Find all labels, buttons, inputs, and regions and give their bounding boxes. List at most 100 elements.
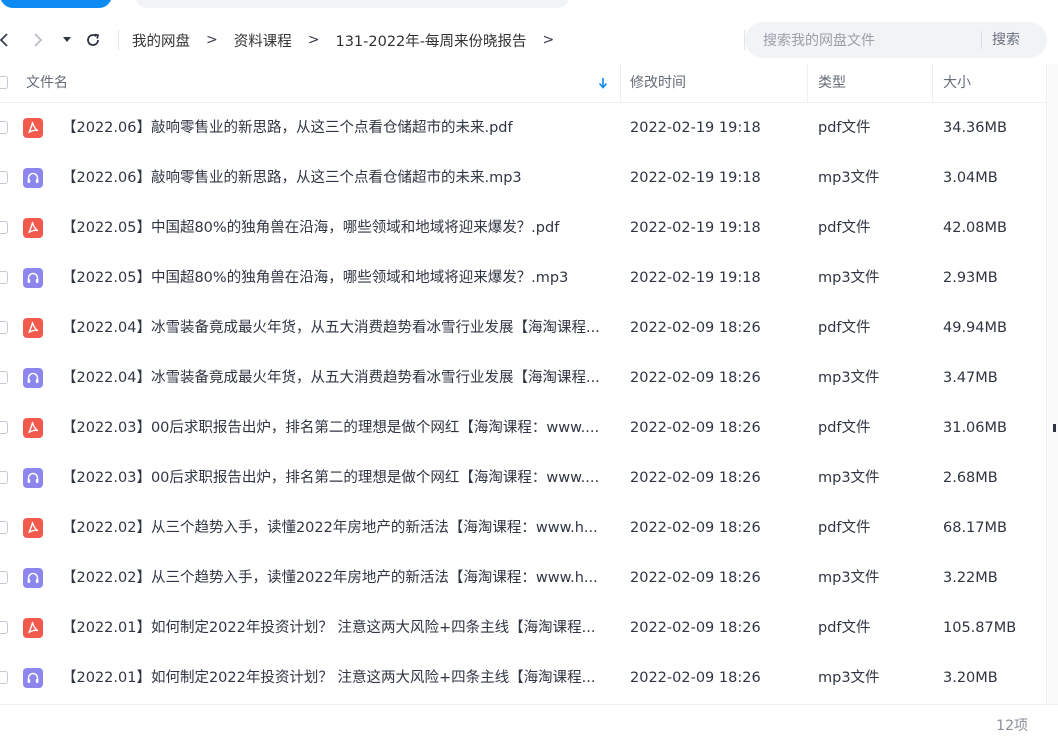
column-header-name[interactable]: 文件名 [26, 64, 68, 102]
file-name[interactable]: 【2022.05】中国超80%的独角兽在沿海，哪些领域和地域将迎来爆发？.pdf [62, 203, 607, 253]
pdf-file-icon [23, 218, 43, 238]
file-size: 31.06MB [943, 420, 1007, 436]
row-checkbox[interactable] [0, 221, 8, 234]
table-row[interactable]: 【2022.01】如何制定2022年投资计划？ 注意这两大风险+四条主线【海淘课… [0, 653, 1046, 703]
search-input[interactable] [761, 22, 975, 60]
row-checkbox[interactable] [0, 521, 8, 534]
breadcrumb-item-courses[interactable]: 资料课程 [234, 30, 292, 51]
breadcrumb-separator: > [307, 32, 320, 48]
row-checkbox[interactable] [0, 671, 8, 684]
file-name[interactable]: 【2022.05】中国超80%的独角兽在沿海，哪些领域和地域将迎来爆发？.mp3 [62, 253, 607, 303]
file-modified: 2022-02-09 18:26 [630, 470, 761, 486]
table-row[interactable]: 【2022.03】00后求职报告出炉，排名第二的理想是做个网红【海淘课程：www… [0, 453, 1046, 503]
table-row[interactable]: 【2022.05】中国超80%的独角兽在沿海，哪些领域和地域将迎来爆发？.pdf… [0, 203, 1046, 253]
file-size: 3.22MB [943, 570, 998, 586]
file-name[interactable]: 【2022.04】冰雪装备竟成最火年货，从五大消费趋势看冰雪行业发展【海淘课程.… [62, 353, 607, 403]
file-name[interactable]: 【2022.03】00后求职报告出炉，排名第二的理想是做个网红【海淘课程：www… [62, 453, 607, 503]
search-divider [981, 31, 982, 49]
breadcrumb-item-root[interactable]: 我的网盘 [132, 30, 190, 51]
table-row[interactable]: 【2022.02】从三个趋势入手，读懂2022年房地产的新活法【海淘课程：www… [0, 553, 1046, 603]
pdf-file-icon [23, 518, 43, 538]
chevron-left-icon[interactable] [0, 26, 14, 54]
file-modified: 2022-02-19 19:18 [630, 120, 761, 136]
table-row[interactable]: 【2022.04】冰雪装备竟成最火年货，从五大消费趋势看冰雪行业发展【海淘课程.… [0, 353, 1046, 403]
file-type: pdf文件 [818, 520, 871, 536]
table-row[interactable]: 【2022.06】敲响零售业的新思路，从这三个点看仓储超市的未来.pdf 202… [0, 103, 1046, 153]
file-name[interactable]: 【2022.04】冰雪装备竟成最火年货，从五大消费趋势看冰雪行业发展【海淘课程.… [62, 303, 607, 353]
file-size: 2.93MB [943, 270, 998, 286]
file-modified: 2022-02-19 19:18 [630, 170, 761, 186]
row-checkbox[interactable] [0, 471, 8, 484]
file-name[interactable]: 【2022.01】如何制定2022年投资计划？ 注意这两大风险+四条主线【海淘课… [62, 653, 607, 703]
column-divider[interactable] [807, 64, 808, 102]
file-type: mp3文件 [818, 170, 880, 186]
audio-file-icon [23, 568, 43, 588]
file-modified: 2022-02-09 18:26 [630, 520, 761, 536]
pdf-file-icon [23, 618, 43, 638]
file-name[interactable]: 【2022.02】从三个趋势入手，读懂2022年房地产的新活法【海淘课程：www… [62, 553, 607, 603]
file-modified: 2022-02-09 18:26 [630, 620, 761, 636]
column-header-size[interactable]: 大小 [943, 64, 971, 102]
breadcrumb-item-current[interactable]: 131-2022年-每周来份晓报告 [335, 30, 526, 51]
file-name[interactable]: 【2022.06】敲响零售业的新思路，从这三个点看仓储超市的未来.mp3 [62, 153, 607, 203]
column-header-modified[interactable]: 修改时间 [630, 64, 686, 102]
status-bar: 12项 [0, 704, 1058, 747]
file-name[interactable]: 【2022.03】00后求职报告出炉，排名第二的理想是做个网红【海淘课程：www… [62, 403, 607, 453]
table-row[interactable]: 【2022.02】从三个趋势入手，读懂2022年房地产的新活法【海淘课程：www… [0, 503, 1046, 553]
file-size: 3.47MB [943, 370, 998, 386]
file-type: mp3文件 [818, 370, 880, 386]
pdf-file-icon [23, 418, 43, 438]
audio-file-icon [23, 168, 43, 188]
file-size: 68.17MB [943, 520, 1007, 536]
file-type: mp3文件 [818, 270, 880, 286]
audio-file-icon [23, 668, 43, 688]
pdf-file-icon [23, 118, 43, 138]
file-modified: 2022-02-09 18:26 [630, 320, 761, 336]
file-name[interactable]: 【2022.02】从三个趋势入手，读懂2022年房地产的新活法【海淘课程：www… [62, 503, 607, 553]
table-row[interactable]: 【2022.01】如何制定2022年投资计划？ 注意这两大风险+四条主线【海淘课… [0, 603, 1046, 653]
file-type: pdf文件 [818, 120, 871, 136]
file-size: 2.68MB [943, 470, 998, 486]
column-divider[interactable] [620, 64, 621, 102]
file-type: pdf文件 [818, 320, 871, 336]
file-type: mp3文件 [818, 670, 880, 686]
top-action-bar[interactable] [135, 0, 570, 8]
file-size: 105.87MB [943, 620, 1017, 636]
table-row[interactable]: 【2022.03】00后求职报告出炉，排名第二的理想是做个网红【海淘课程：www… [0, 403, 1046, 453]
table-row[interactable]: 【2022.05】中国超80%的独角兽在沿海，哪些领域和地域将迎来爆发？.mp3… [0, 253, 1046, 303]
column-header-type[interactable]: 类型 [818, 64, 846, 102]
audio-file-icon [23, 468, 43, 488]
row-checkbox[interactable] [0, 171, 8, 184]
file-type: pdf文件 [818, 220, 871, 236]
table-row[interactable]: 【2022.04】冰雪装备竟成最火年货，从五大消费趋势看冰雪行业发展【海淘课程.… [0, 303, 1046, 353]
file-modified: 2022-02-19 19:18 [630, 220, 761, 236]
select-all-checkbox[interactable] [0, 76, 8, 89]
top-strip [0, 0, 1058, 14]
refresh-icon[interactable] [82, 26, 104, 54]
toolbar-divider [118, 30, 119, 50]
file-name[interactable]: 【2022.06】敲响零售业的新思路，从这三个点看仓储超市的未来.pdf [62, 103, 607, 153]
upload-button[interactable] [0, 0, 112, 8]
breadcrumb-separator[interactable]: > [543, 32, 555, 48]
file-size: 49.94MB [943, 320, 1007, 336]
item-count: 12项 [996, 718, 1028, 734]
scrollbar-track[interactable] [1046, 64, 1058, 704]
chevron-right-icon[interactable] [28, 26, 48, 54]
row-checkbox[interactable] [0, 421, 8, 434]
row-checkbox[interactable] [0, 571, 8, 584]
file-size: 42.08MB [943, 220, 1007, 236]
column-divider[interactable] [932, 64, 933, 102]
row-checkbox[interactable] [0, 271, 8, 284]
arrow-down-icon[interactable] [598, 64, 608, 102]
file-type: mp3文件 [818, 570, 880, 586]
file-type: pdf文件 [818, 620, 871, 636]
row-checkbox[interactable] [0, 371, 8, 384]
search-button[interactable]: 搜索 [992, 22, 1020, 58]
row-checkbox[interactable] [0, 121, 8, 134]
caret-down-icon[interactable] [58, 26, 76, 54]
row-checkbox[interactable] [0, 621, 8, 634]
row-checkbox[interactable] [0, 321, 8, 334]
file-modified: 2022-02-19 19:18 [630, 270, 761, 286]
table-row[interactable]: 【2022.06】敲响零售业的新思路，从这三个点看仓储超市的未来.mp3 202… [0, 153, 1046, 203]
file-name[interactable]: 【2022.01】如何制定2022年投资计划？ 注意这两大风险+四条主线【海淘课… [62, 603, 607, 653]
